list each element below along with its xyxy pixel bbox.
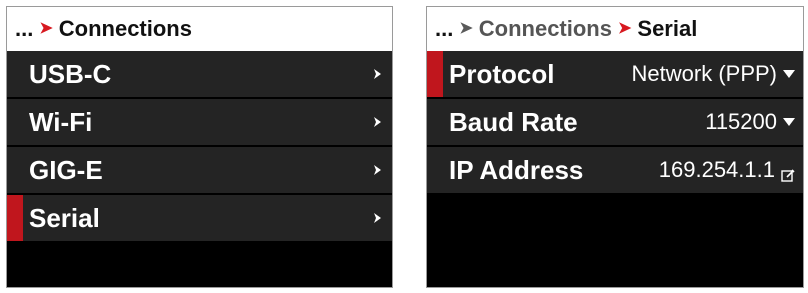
setting-value: Network (PPP) — [631, 61, 777, 86]
breadcrumb-parent[interactable]: Connections — [479, 16, 612, 42]
setting-ip-address[interactable]: IP Address 169.254.1.1 — [427, 147, 803, 193]
menu-item-label: GIG-E — [29, 154, 103, 185]
protocol-dropdown[interactable]: Network (PPP) — [632, 61, 795, 87]
connections-panel: ... ➤ Connections USB-C Wi-Fi GIG-E Seri… — [6, 6, 393, 288]
menu-item-serial[interactable]: Serial — [7, 195, 392, 241]
menu-item-label: Wi-Fi — [29, 106, 93, 137]
setting-label: Baud Rate — [449, 106, 578, 137]
chevron-right-icon — [370, 163, 384, 177]
menu-item-label: Serial — [29, 202, 100, 233]
breadcrumb-arrow-icon: ➤ — [459, 20, 473, 37]
chevron-right-icon — [370, 115, 384, 129]
chevron-right-icon — [370, 67, 384, 81]
setting-label: IP Address — [449, 154, 584, 185]
menu-item-gig-e[interactable]: GIG-E — [7, 147, 392, 193]
menu-item-label: USB-C — [29, 58, 112, 89]
chevron-down-icon — [783, 70, 795, 78]
selection-indicator — [7, 195, 23, 241]
chevron-down-icon — [783, 118, 795, 126]
setting-value: 169.254.1.1 — [658, 157, 775, 182]
selection-indicator — [427, 51, 443, 97]
breadcrumb: ... ➤ Connections ➤ Serial — [427, 7, 803, 51]
breadcrumb: ... ➤ Connections — [7, 7, 392, 51]
breadcrumb-ellipsis[interactable]: ... — [435, 16, 453, 42]
breadcrumb-arrow-icon: ➤ — [617, 20, 632, 37]
menu-item-wi-fi[interactable]: Wi-Fi — [7, 99, 392, 145]
breadcrumb-arrow-icon: ➤ — [39, 20, 53, 37]
setting-label: Protocol — [449, 58, 555, 89]
ip-address-field[interactable]: 169.254.1.1 — [659, 157, 795, 183]
serial-settings-panel: ... ➤ Connections ➤ Serial Protocol Netw… — [426, 6, 804, 288]
baud-rate-dropdown[interactable]: 115200 — [705, 109, 795, 135]
setting-protocol[interactable]: Protocol Network (PPP) — [427, 51, 803, 97]
edit-icon[interactable] — [781, 163, 795, 182]
breadcrumb-current: Connections — [58, 16, 192, 41]
setting-baud-rate[interactable]: Baud Rate 115200 — [427, 99, 803, 145]
setting-value: 115200 — [705, 109, 777, 134]
breadcrumb-ellipsis[interactable]: ... — [15, 16, 33, 42]
menu-item-usb-c[interactable]: USB-C — [7, 51, 392, 97]
breadcrumb-current: Serial — [637, 16, 698, 41]
chevron-right-icon — [370, 211, 384, 225]
